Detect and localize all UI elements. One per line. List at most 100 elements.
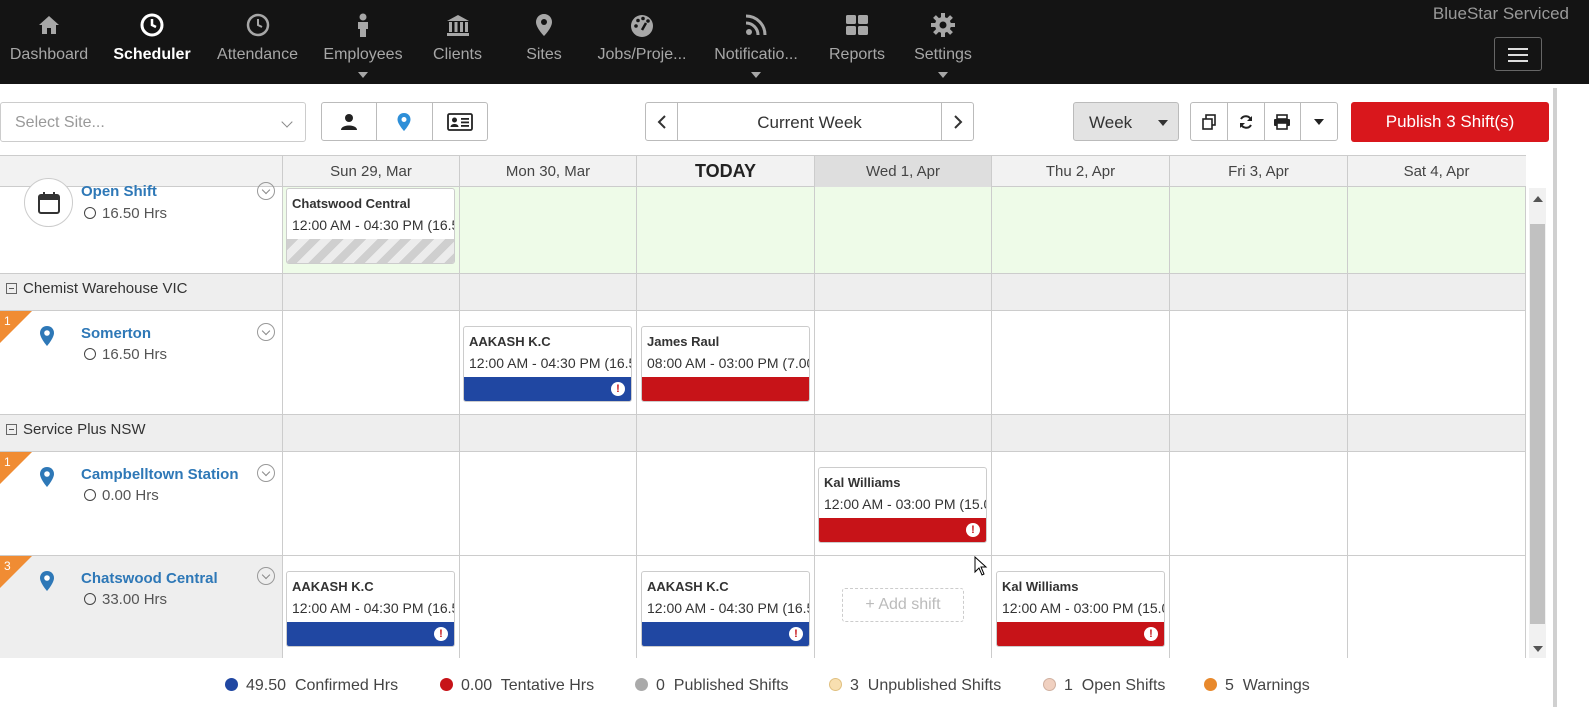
shift-time: 12:00 AM - 03:00 PM (15.00: [824, 496, 987, 512]
scroll-down-arrow[interactable]: [1533, 646, 1543, 652]
warning-icon[interactable]: !: [966, 523, 980, 537]
home-icon: [39, 16, 59, 34]
collapse-icon[interactable]: [6, 283, 17, 294]
shift-name: AAKASH K.C: [292, 579, 374, 594]
map-pin-icon: [536, 14, 552, 36]
person-icon: [358, 13, 368, 37]
site-select-placeholder: Select Site...: [15, 114, 105, 131]
nav-attendance[interactable]: Attendance: [210, 0, 305, 84]
view-by-employee-button[interactable]: [322, 103, 378, 140]
warning-count: 1: [4, 455, 11, 469]
day-header: Fri 3, Apr: [1169, 156, 1347, 187]
menu-toggle-button[interactable]: [1494, 37, 1542, 71]
warning-icon[interactable]: !: [789, 627, 803, 641]
nav-sites[interactable]: Sites: [510, 0, 578, 84]
scrollbar-thumb[interactable]: [1530, 224, 1545, 624]
row-options-dropdown[interactable]: [257, 182, 275, 200]
chevron-left-icon: [657, 114, 666, 129]
publish-shifts-button[interactable]: Publish 3 Shift(s): [1351, 102, 1549, 142]
shift-card[interactable]: Kal Williams 12:00 AM - 03:00 PM (15.00 …: [818, 467, 987, 543]
open-shift-background: [282, 187, 1526, 273]
nav-label: Clients: [433, 46, 482, 63]
legend-unpublished: 3 Unpublished Shifts: [829, 677, 1001, 695]
site-name[interactable]: Somerton: [81, 325, 151, 342]
nav-label: Dashboard: [9, 46, 89, 63]
site-row: 3 Chatswood Central 33.00 Hrs AAKASH K.C…: [0, 556, 1526, 658]
site-row: 1 Somerton 16.50 Hrs AAKASH K.C 12:00 AM…: [0, 311, 1526, 415]
gear-icon: [931, 13, 955, 37]
hamburger-icon: [1508, 60, 1528, 62]
shift-status-bar: !: [464, 377, 631, 401]
shift-name: Chatswood Central: [292, 196, 411, 211]
view-mode-value: Week: [1089, 113, 1133, 132]
nav-label: Notificatio...: [714, 46, 798, 63]
view-by-site-button[interactable]: [377, 103, 433, 140]
grid-scrollbar[interactable]: [1529, 188, 1546, 658]
more-actions-dropdown[interactable]: [1301, 103, 1337, 140]
shift-card[interactable]: AAKASH K.C 12:00 AM - 04:30 PM (16.50 !: [463, 326, 632, 402]
group-label[interactable]: Service Plus NSW: [6, 421, 146, 438]
open-shift-title[interactable]: Open Shift: [81, 183, 157, 200]
shift-card[interactable]: Kal Williams 12:00 AM - 03:00 PM (15.00 …: [996, 571, 1165, 647]
shift-time: 12:00 AM - 03:00 PM (15.00: [1002, 600, 1165, 616]
nav-scheduler[interactable]: Scheduler: [104, 0, 200, 84]
shift-card[interactable]: AAKASH K.C 12:00 AM - 04:30 PM (16.50 !: [286, 571, 455, 647]
site-name[interactable]: Chatswood Central: [81, 570, 218, 587]
row-options-dropdown[interactable]: [257, 464, 275, 482]
nav-settings[interactable]: Settings: [910, 0, 976, 84]
day-header-row: Sun 29, Mar Mon 30, Mar TODAY Wed 1, Apr…: [0, 156, 1526, 187]
add-shift-button[interactable]: + Add shift: [842, 588, 964, 622]
day-header: Thu 2, Apr: [991, 156, 1169, 187]
group-label[interactable]: Chemist Warehouse VIC: [6, 280, 188, 297]
prev-week-button[interactable]: [646, 103, 678, 140]
legend-published: 0 Published Shifts: [635, 677, 789, 695]
legend-open: 1 Open Shifts: [1043, 677, 1165, 695]
nav-jobs[interactable]: Jobs/Proje...: [596, 0, 688, 84]
page-scrollbar[interactable]: [1553, 88, 1557, 707]
shift-card[interactable]: Chatswood Central 12:00 AM - 04:30 PM (1…: [286, 188, 455, 264]
print-button[interactable]: [1265, 103, 1302, 140]
map-pin-icon: [397, 112, 411, 131]
site-name[interactable]: Campbelltown Station: [81, 466, 239, 483]
next-week-button[interactable]: [941, 103, 973, 140]
row-options-dropdown[interactable]: [257, 567, 275, 585]
shift-status-bar: [287, 239, 454, 263]
view-mode-select[interactable]: Week: [1073, 102, 1179, 141]
copy-button[interactable]: [1191, 103, 1228, 140]
nav-employees[interactable]: Employees: [318, 0, 408, 84]
row-options-dropdown[interactable]: [257, 323, 275, 341]
shift-card[interactable]: James Raul 08:00 AM - 03:00 PM (7.00: [641, 326, 810, 402]
legend-tentative: 0.00 Tentative Hrs: [440, 677, 594, 695]
site-select[interactable]: Select Site...: [0, 102, 306, 142]
warning-icon[interactable]: !: [434, 627, 448, 641]
nav-label: Scheduler: [113, 46, 191, 63]
bank-icon: [446, 15, 469, 36]
nav-label: Settings: [914, 46, 972, 63]
nav-reports[interactable]: Reports: [824, 0, 890, 84]
scroll-up-arrow[interactable]: [1533, 196, 1543, 202]
brand-name: BlueStar Serviced: [1432, 4, 1569, 23]
shift-card[interactable]: AAKASH K.C 12:00 AM - 04:30 PM (16.50 !: [641, 571, 810, 647]
clock-icon: [140, 13, 164, 37]
nav-clients[interactable]: Clients: [420, 0, 495, 84]
rss-icon: [745, 14, 767, 36]
nav-notifications[interactable]: Notificatio...: [710, 0, 802, 84]
action-button-group: [1190, 102, 1338, 141]
nav-dashboard[interactable]: Dashboard: [0, 0, 98, 84]
print-icon: [1274, 113, 1291, 130]
current-week-label[interactable]: Current Week: [678, 113, 941, 133]
nav-label: Attendance: [217, 46, 298, 63]
chevron-down-icon: [751, 72, 761, 78]
hamburger-icon: [1508, 54, 1528, 56]
shift-status-bar: !: [819, 518, 986, 542]
view-toggle-group: [321, 102, 488, 141]
warning-icon[interactable]: !: [1144, 627, 1158, 641]
day-header-today: TODAY: [636, 156, 814, 187]
group-header-row: Chemist Warehouse VIC: [0, 274, 1526, 311]
site-hours: 16.50 Hrs: [84, 346, 167, 363]
refresh-button[interactable]: [1228, 103, 1265, 140]
collapse-icon[interactable]: [6, 424, 17, 435]
nav-label: Reports: [828, 46, 886, 63]
warning-icon[interactable]: !: [611, 382, 625, 396]
view-by-card-button[interactable]: [433, 103, 487, 140]
